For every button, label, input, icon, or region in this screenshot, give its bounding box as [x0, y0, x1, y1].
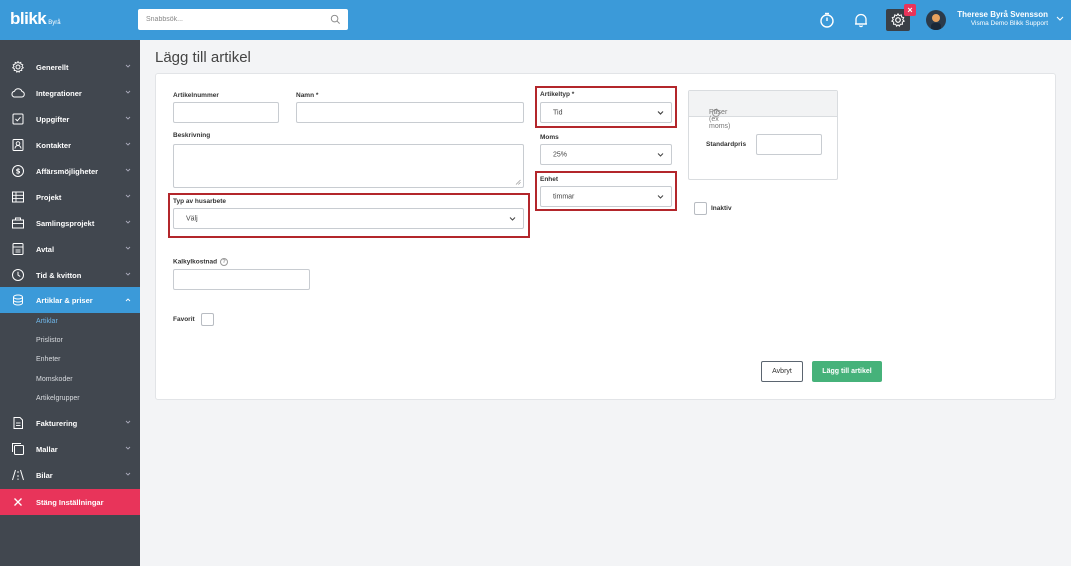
beskrivning-label: Beskrivning — [173, 132, 211, 139]
chevron-down-icon — [657, 194, 664, 199]
cloud-icon — [11, 88, 25, 98]
search-icon[interactable] — [330, 14, 341, 25]
sidebar-item-avtal[interactable]: Avtal — [0, 236, 140, 262]
kalkylkostnad-field[interactable] — [173, 269, 310, 290]
close-icon — [14, 498, 22, 506]
help-icon[interactable]: ? — [712, 109, 720, 117]
chevron-down-icon — [125, 220, 131, 224]
moms-label: Moms — [540, 134, 559, 141]
close-settings-button[interactable]: Stäng Inställningar — [0, 489, 140, 515]
chevron-up-icon — [125, 298, 131, 302]
enhet-label: Enhet — [540, 176, 559, 183]
sidebar-subitem-enheter[interactable]: Enheter — [36, 356, 61, 363]
database-icon — [13, 294, 23, 306]
inaktiv-label: Inaktiv — [711, 205, 732, 212]
sidebar-subitem-artikelgrupper[interactable]: Artikelgrupper — [36, 395, 80, 402]
moms-select[interactable]: 25% — [540, 144, 672, 165]
sidebar-subitem-momskoder[interactable]: Momskoder — [36, 376, 73, 383]
sidebar-item-samlingsprojekt[interactable]: Samlingsprojekt — [0, 210, 140, 236]
logo[interactable]: blikk Byrå — [10, 9, 61, 29]
dollar-icon: $ — [12, 165, 24, 177]
standardpris-field[interactable] — [756, 134, 822, 155]
chevron-down-icon — [509, 216, 516, 221]
prices-panel-header: Priser (ex moms)? — [689, 91, 837, 130]
chevron-down-icon — [125, 446, 131, 450]
enhet-select[interactable]: timmar — [540, 186, 672, 207]
search-box[interactable] — [138, 9, 348, 30]
user-menu[interactable]: Therese Byrå Svensson Visma Demo Blikk S… — [956, 10, 1048, 27]
namn-label: Namn * — [296, 92, 319, 99]
grid-icon — [12, 191, 24, 203]
add-article-button[interactable]: Lägg till artikel — [812, 361, 882, 382]
namn-field[interactable] — [296, 102, 524, 123]
kalkylkostnad-label: Kalkylkostnad? — [173, 258, 229, 266]
sidebar-item-mallar[interactable]: Mallar — [0, 436, 140, 462]
contact-icon — [12, 139, 24, 151]
chevron-down-icon — [125, 246, 131, 250]
chevron-down-icon — [657, 152, 664, 157]
inaktiv-checkbox[interactable] — [694, 202, 707, 215]
timer-icon[interactable] — [818, 11, 836, 29]
top-bar: blikkByrå × Therese Byrå Svensson Visma … — [0, 0, 1071, 40]
contract-icon — [12, 243, 24, 255]
sidebar-item-fakturering[interactable]: Fakturering — [0, 410, 140, 436]
sidebar-item-affarsmojligheter[interactable]: $ Affärsmöjligheter — [0, 158, 140, 184]
sidebar-subitem-prislistor[interactable]: Prislistor — [36, 337, 63, 344]
sidebar-item-tid-kvitton[interactable]: Tid & kvitton — [0, 262, 140, 288]
typ-husarbete-select[interactable]: Välj — [173, 208, 524, 229]
chevron-down-icon — [125, 64, 131, 68]
article-form-card: Artikelnummer Namn * Beskrivning Typ av … — [155, 73, 1056, 400]
sidebar-item-generellt[interactable]: Generellt — [0, 54, 140, 80]
chevron-down-icon[interactable] — [1056, 16, 1064, 22]
sidebar-item-uppgifter[interactable]: Uppgifter — [0, 106, 140, 132]
svg-text:$: $ — [16, 168, 21, 176]
chevron-down-icon — [125, 420, 131, 424]
template-icon — [12, 443, 24, 455]
chevron-down-icon — [125, 472, 131, 476]
bell-icon[interactable] — [852, 11, 870, 29]
search-input[interactable] — [138, 9, 348, 30]
typ-husarbete-label: Typ av husarbete — [173, 198, 226, 205]
chevron-down-icon — [125, 90, 131, 94]
folder-icon — [12, 217, 24, 229]
sidebar-item-kontakter[interactable]: Kontakter — [0, 132, 140, 158]
chevron-down-icon — [657, 110, 664, 115]
chevron-down-icon — [125, 272, 131, 276]
page-title: Lägg till artikel — [155, 49, 251, 66]
artikeltyp-label: Artikeltyp * — [540, 91, 575, 98]
favorit-checkbox[interactable] — [201, 313, 214, 326]
clock-icon — [12, 269, 24, 281]
beskrivning-textarea[interactable] — [173, 144, 524, 188]
sidebar: Generellt Integrationer Uppgifter Kontak… — [0, 40, 140, 566]
help-icon[interactable]: ? — [220, 258, 229, 266]
artikelnummer-field[interactable] — [173, 102, 279, 123]
artikelnummer-label: Artikelnummer — [173, 92, 219, 99]
resize-handle-icon[interactable] — [515, 179, 521, 185]
cancel-button[interactable]: Avbryt — [761, 361, 803, 382]
chevron-down-icon — [125, 116, 131, 120]
user-name: Therese Byrå Svensson — [957, 10, 1048, 19]
prices-panel: Priser (ex moms)? Standardpris — [688, 90, 838, 180]
road-icon — [12, 469, 24, 481]
invoice-icon — [13, 417, 23, 429]
sidebar-subitem-artiklar[interactable]: Artiklar — [36, 318, 58, 325]
standardpris-label: Standardpris — [706, 141, 747, 148]
sidebar-item-artiklar-priser[interactable]: Artiklar & priser — [0, 287, 140, 313]
checkbox-icon — [12, 113, 24, 125]
chevron-down-icon — [125, 194, 131, 198]
gear-icon — [11, 60, 25, 73]
user-company: Visma Demo Blikk Support — [970, 20, 1048, 27]
favorit-label: Favorit — [173, 316, 195, 323]
artikeltyp-select[interactable]: Tid — [540, 102, 672, 123]
avatar[interactable] — [926, 10, 946, 30]
chevron-down-icon — [125, 168, 131, 172]
sidebar-item-bilar[interactable]: Bilar — [0, 462, 140, 488]
chevron-down-icon — [125, 142, 131, 146]
sidebar-item-integrationer[interactable]: Integrationer — [0, 80, 140, 106]
notification-badge: × — [904, 4, 916, 16]
sidebar-item-projekt[interactable]: Projekt — [0, 184, 140, 210]
